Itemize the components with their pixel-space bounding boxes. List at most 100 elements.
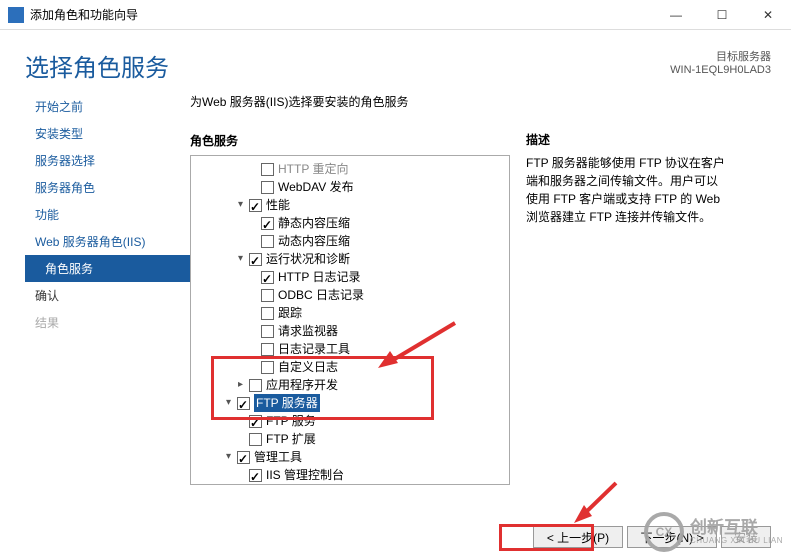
tree-item[interactable]: ▾ FTP 服务器: [191, 394, 509, 412]
tree-item-label[interactable]: HTTP 日志记录: [278, 268, 360, 286]
tree-item[interactable]: 请求监视器: [191, 322, 509, 340]
checkbox[interactable]: [249, 415, 262, 428]
checkbox[interactable]: [249, 469, 262, 482]
expander-icon: [247, 290, 258, 301]
expander-icon[interactable]: ▾: [223, 398, 234, 409]
expander-icon: [247, 344, 258, 355]
tree-item-label[interactable]: 应用程序开发: [266, 376, 338, 394]
expander-icon[interactable]: ▾: [235, 200, 246, 211]
expander-icon: [247, 308, 258, 319]
tree-item[interactable]: ▾ 管理工具: [191, 448, 509, 466]
checkbox[interactable]: [261, 307, 274, 320]
nav-role-services[interactable]: 角色服务: [25, 255, 190, 282]
checkbox[interactable]: [261, 217, 274, 230]
tree-item[interactable]: 日志记录工具: [191, 340, 509, 358]
expander-icon: [247, 362, 258, 373]
tree-item[interactable]: FTP 服务: [191, 412, 509, 430]
role-services-tree[interactable]: HTTP 重定向WebDAV 发布 ▾ 性能静态内容压缩动态内容压缩 ▾ 运行状况和诊断…: [190, 155, 510, 485]
description-text: FTP 服务器能够使用 FTP 协议在客户端和服务器之间传输文件。用户可以使用 …: [526, 154, 726, 226]
tree-item-label[interactable]: 跟踪: [278, 304, 302, 322]
expander-icon: [247, 164, 258, 175]
nav-server-select[interactable]: 服务器选择: [25, 147, 190, 174]
expander-icon[interactable]: ▾: [235, 254, 246, 265]
tree-item[interactable]: HTTP 日志记录: [191, 268, 509, 286]
tree-item[interactable]: ▾ 性能: [191, 196, 509, 214]
previous-button[interactable]: < 上一步(P): [533, 526, 623, 548]
checkbox[interactable]: [249, 253, 262, 266]
nav-server-roles[interactable]: 服务器角色: [25, 174, 190, 201]
tree-item-label[interactable]: 日志记录工具: [278, 340, 350, 358]
nav-web-server-iis[interactable]: Web 服务器角色(IIS): [25, 228, 190, 255]
nav-install-type[interactable]: 安装类型: [25, 120, 190, 147]
checkbox[interactable]: [261, 235, 274, 248]
tree-item[interactable]: ▸ 应用程序开发: [191, 376, 509, 394]
tree-item[interactable]: FTP 扩展: [191, 430, 509, 448]
checkbox[interactable]: [249, 379, 262, 392]
titlebar: 添加角色和功能向导 — ☐ ✕: [0, 0, 791, 30]
tree-item-label[interactable]: 请求监视器: [278, 322, 338, 340]
watermark-text: 创新互联: [690, 519, 783, 537]
expander-icon[interactable]: ▸: [235, 380, 246, 391]
nav-results: 结果: [25, 309, 190, 336]
checkbox[interactable]: [261, 271, 274, 284]
roles-column: 为Web 服务器(IIS)选择要安装的角色服务 角色服务 HTTP 重定向Web…: [190, 93, 510, 485]
tree-item[interactable]: 自定义日志: [191, 358, 509, 376]
tree-item[interactable]: IIS 管理控制台: [191, 466, 509, 484]
tree-item-label[interactable]: WebDAV 发布: [278, 178, 354, 196]
close-button[interactable]: ✕: [745, 0, 791, 30]
checkbox[interactable]: [261, 289, 274, 302]
window-controls: — ☐ ✕: [653, 0, 791, 30]
instruction-text: 为Web 服务器(IIS)选择要安装的角色服务: [190, 93, 510, 110]
watermark-icon: CX: [644, 512, 684, 552]
checkbox[interactable]: [249, 433, 262, 446]
roles-label: 角色服务: [190, 132, 510, 149]
expander-icon: [247, 236, 258, 247]
nav-before-begin[interactable]: 开始之前: [25, 93, 190, 120]
nav-features[interactable]: 功能: [25, 201, 190, 228]
minimize-button[interactable]: —: [653, 0, 699, 30]
window-title: 添加角色和功能向导: [30, 6, 653, 23]
tree-item-label[interactable]: HTTP 重定向: [278, 160, 348, 178]
nav-confirm[interactable]: 确认: [25, 282, 190, 309]
tree-item-label[interactable]: 动态内容压缩: [278, 232, 350, 250]
checkbox[interactable]: [261, 343, 274, 356]
watermark-sub: CHUANG XIN HU LIAN: [690, 536, 783, 545]
header-row: 选择角色服务 目标服务器 WIN-1EQL9H0LAD3: [0, 30, 791, 93]
tree-item-label[interactable]: ODBC 日志记录: [278, 286, 364, 304]
tree-item-label[interactable]: 管理工具: [254, 448, 302, 466]
tree-item-label[interactable]: IIS 管理控制台: [266, 466, 344, 484]
tree-item[interactable]: ODBC 日志记录: [191, 286, 509, 304]
tree-item[interactable]: ▾ 运行状况和诊断: [191, 250, 509, 268]
tree-item-label[interactable]: 性能: [266, 196, 290, 214]
checkbox[interactable]: [261, 325, 274, 338]
checkbox[interactable]: [249, 199, 262, 212]
maximize-button[interactable]: ☐: [699, 0, 745, 30]
tree-item-label[interactable]: 静态内容压缩: [278, 214, 350, 232]
tree-item-label[interactable]: FTP 服务: [266, 412, 316, 430]
tree-item-label[interactable]: FTP 服务器: [254, 394, 320, 412]
tree-item-label[interactable]: IIS 6 管理兼容性: [266, 484, 354, 485]
checkbox[interactable]: [261, 361, 274, 374]
expander-icon: [235, 470, 246, 481]
tree-item[interactable]: 跟踪: [191, 304, 509, 322]
tree-item-label[interactable]: 运行状况和诊断: [266, 250, 350, 268]
checkbox[interactable]: [237, 451, 250, 464]
app-icon: [8, 7, 24, 23]
expander-icon: [247, 326, 258, 337]
tree-item-label[interactable]: FTP 扩展: [266, 430, 316, 448]
checkbox[interactable]: [261, 181, 274, 194]
tree-item[interactable]: ▸IIS 6 管理兼容性: [191, 484, 509, 485]
page-heading: 选择角色服务: [25, 48, 670, 83]
tree-item[interactable]: 静态内容压缩: [191, 214, 509, 232]
tree-item[interactable]: 动态内容压缩: [191, 232, 509, 250]
expander-icon: [247, 182, 258, 193]
tree-item[interactable]: HTTP 重定向: [191, 160, 509, 178]
tree-item-label[interactable]: 自定义日志: [278, 358, 338, 376]
expander-icon: [247, 272, 258, 283]
expander-icon[interactable]: ▾: [223, 452, 234, 463]
checkbox[interactable]: [237, 397, 250, 410]
expander-icon: [235, 434, 246, 445]
checkbox[interactable]: [261, 163, 274, 176]
expander-icon: [235, 416, 246, 427]
tree-item[interactable]: WebDAV 发布: [191, 178, 509, 196]
